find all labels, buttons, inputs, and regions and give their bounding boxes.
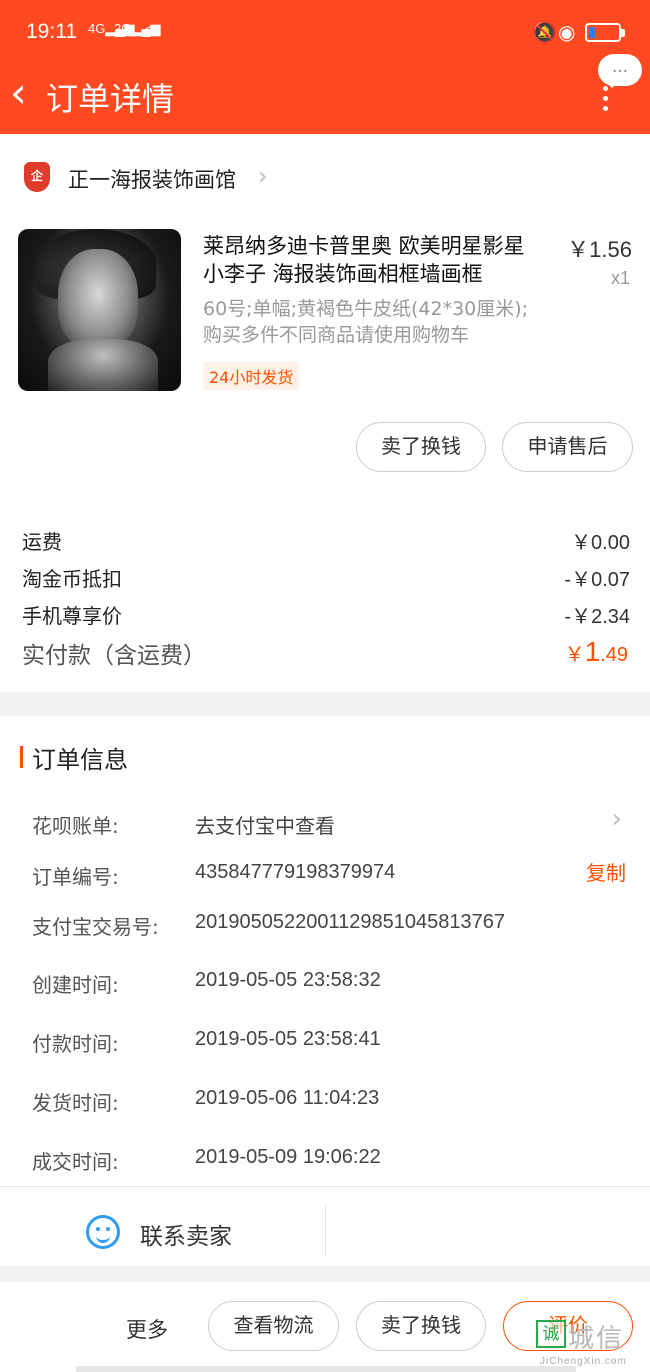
chat-smile-icon[interactable] (86, 1215, 120, 1249)
shipping-badge: 24小时发货 (203, 362, 300, 390)
info-value: 2019050522001129851045813767 (195, 911, 505, 933)
more-menu-icon[interactable] (603, 86, 609, 116)
fee-value: ￥0.00 (571, 532, 630, 554)
copy-button[interactable]: 复制 (586, 857, 626, 886)
contact-seller-bar: 联系卖家 (0, 1186, 650, 1276)
fee-label: 淘金币抵扣 (22, 567, 122, 591)
total-paid-label: 实付款（含运费） (22, 643, 206, 669)
fee-value: -￥2.34 (564, 606, 630, 628)
info-key: 付款时间: (32, 1032, 119, 1056)
product-sku: 60号;单幅;黄褐色牛皮纸(42*30厘米); 购买多件不同商品请使用购物车 (203, 296, 563, 348)
fee-value: -￥0.07 (564, 569, 630, 591)
section-title: 订单信息 (32, 746, 128, 774)
info-key: 支付宝交易号: (32, 915, 159, 939)
product-price: ￥1.56 (567, 237, 632, 262)
top-bar: 19:11 4G▂▄▆ 2G▂▄▆ ◠ 🔕 ◉ ‹ 订单详情 … (0, 0, 650, 134)
order-item-card: 企 正一海报装饰画馆 › 莱昂纳多迪卡普里奥 欧美明星影星小李子 海报装饰画相框… (0, 134, 650, 692)
info-key: 创建时间: (32, 973, 119, 997)
info-value: 2019-05-09 19:06:22 (195, 1146, 381, 1168)
status-bar: 19:11 4G▂▄▆ 2G▂▄▆ ◠ 🔕 ◉ (0, 0, 650, 66)
chevron-right-icon[interactable]: › (612, 804, 622, 834)
total-paid-value: ￥1.49 (564, 636, 628, 667)
shop-badge-icon: 企 (24, 162, 50, 192)
info-value: 2019-05-06 11:04:23 (195, 1087, 380, 1109)
fee-row: 手机尊享价 -￥2.34 (22, 600, 630, 629)
after-sale-button[interactable]: 申请售后 (502, 422, 633, 472)
sku-line: 购买多件不同商品请使用购物车 (203, 324, 470, 346)
product-image[interactable] (18, 229, 181, 391)
home-indicator (76, 1366, 576, 1372)
order-info-card: 订单信息 花呗账单: 去支付宝中查看 › 订单编号: 4358477791983… (0, 716, 650, 1266)
info-value: 2019-05-05 23:58:32 (195, 969, 381, 991)
fee-label: 手机尊享价 (22, 604, 122, 628)
info-value[interactable]: 去支付宝中查看 (195, 810, 335, 839)
chevron-right-icon[interactable]: › (258, 162, 268, 190)
info-key: 发货时间: (32, 1091, 119, 1115)
sku-line: 60号;单幅;黄褐色牛皮纸(42*30厘米); (203, 298, 529, 320)
watermark-text: 城信 (568, 1324, 625, 1354)
sell-for-cash-button[interactable]: 卖了换钱 (356, 422, 486, 472)
product-title[interactable]: 莱昂纳多迪卡普里奥 欧美明星影星小李子 海报装饰画相框墙画框 (203, 232, 543, 288)
sell-for-cash-button[interactable]: 卖了换钱 (356, 1301, 486, 1351)
fee-row: 淘金币抵扣 -￥0.07 (22, 563, 630, 592)
info-key: 成交时间: (32, 1150, 119, 1174)
section-accent-bar (20, 746, 23, 768)
info-key: 订单编号: (32, 865, 119, 889)
fee-label: 运费 (22, 530, 62, 554)
fee-row: 运费 ￥0.00 (22, 526, 630, 555)
divider (325, 1205, 326, 1257)
clock: 19:11 (26, 20, 77, 43)
info-key: 花呗账单: (32, 814, 119, 838)
info-value: 2019-05-05 23:58:41 (195, 1028, 381, 1050)
contact-seller-button[interactable]: 联系卖家 (140, 1217, 232, 1251)
view-logistics-button[interactable]: 查看物流 (208, 1301, 339, 1351)
lock-rotation-icon: ◉ (558, 20, 576, 44)
mute-bell-icon: 🔕 (532, 20, 557, 44)
message-bubble-icon[interactable]: … (598, 54, 642, 88)
more-button[interactable]: 更多 (126, 1314, 168, 1344)
watermark-logo-icon: 诚 (536, 1320, 566, 1348)
page-title: 订单详情 (46, 80, 175, 118)
wifi-icon: ◠ (143, 20, 161, 44)
info-value: 435847779198379974 (195, 861, 396, 883)
product-quantity: x1 (610, 268, 630, 288)
battery-icon (585, 23, 625, 42)
watermark-url: JiChengXin.com (540, 1356, 627, 1367)
shop-name[interactable]: 正一海报装饰画馆 (68, 164, 236, 194)
watermark: 诚 城信 JiChengXin.com (536, 1318, 650, 1372)
back-button[interactable]: ‹ (10, 72, 27, 114)
